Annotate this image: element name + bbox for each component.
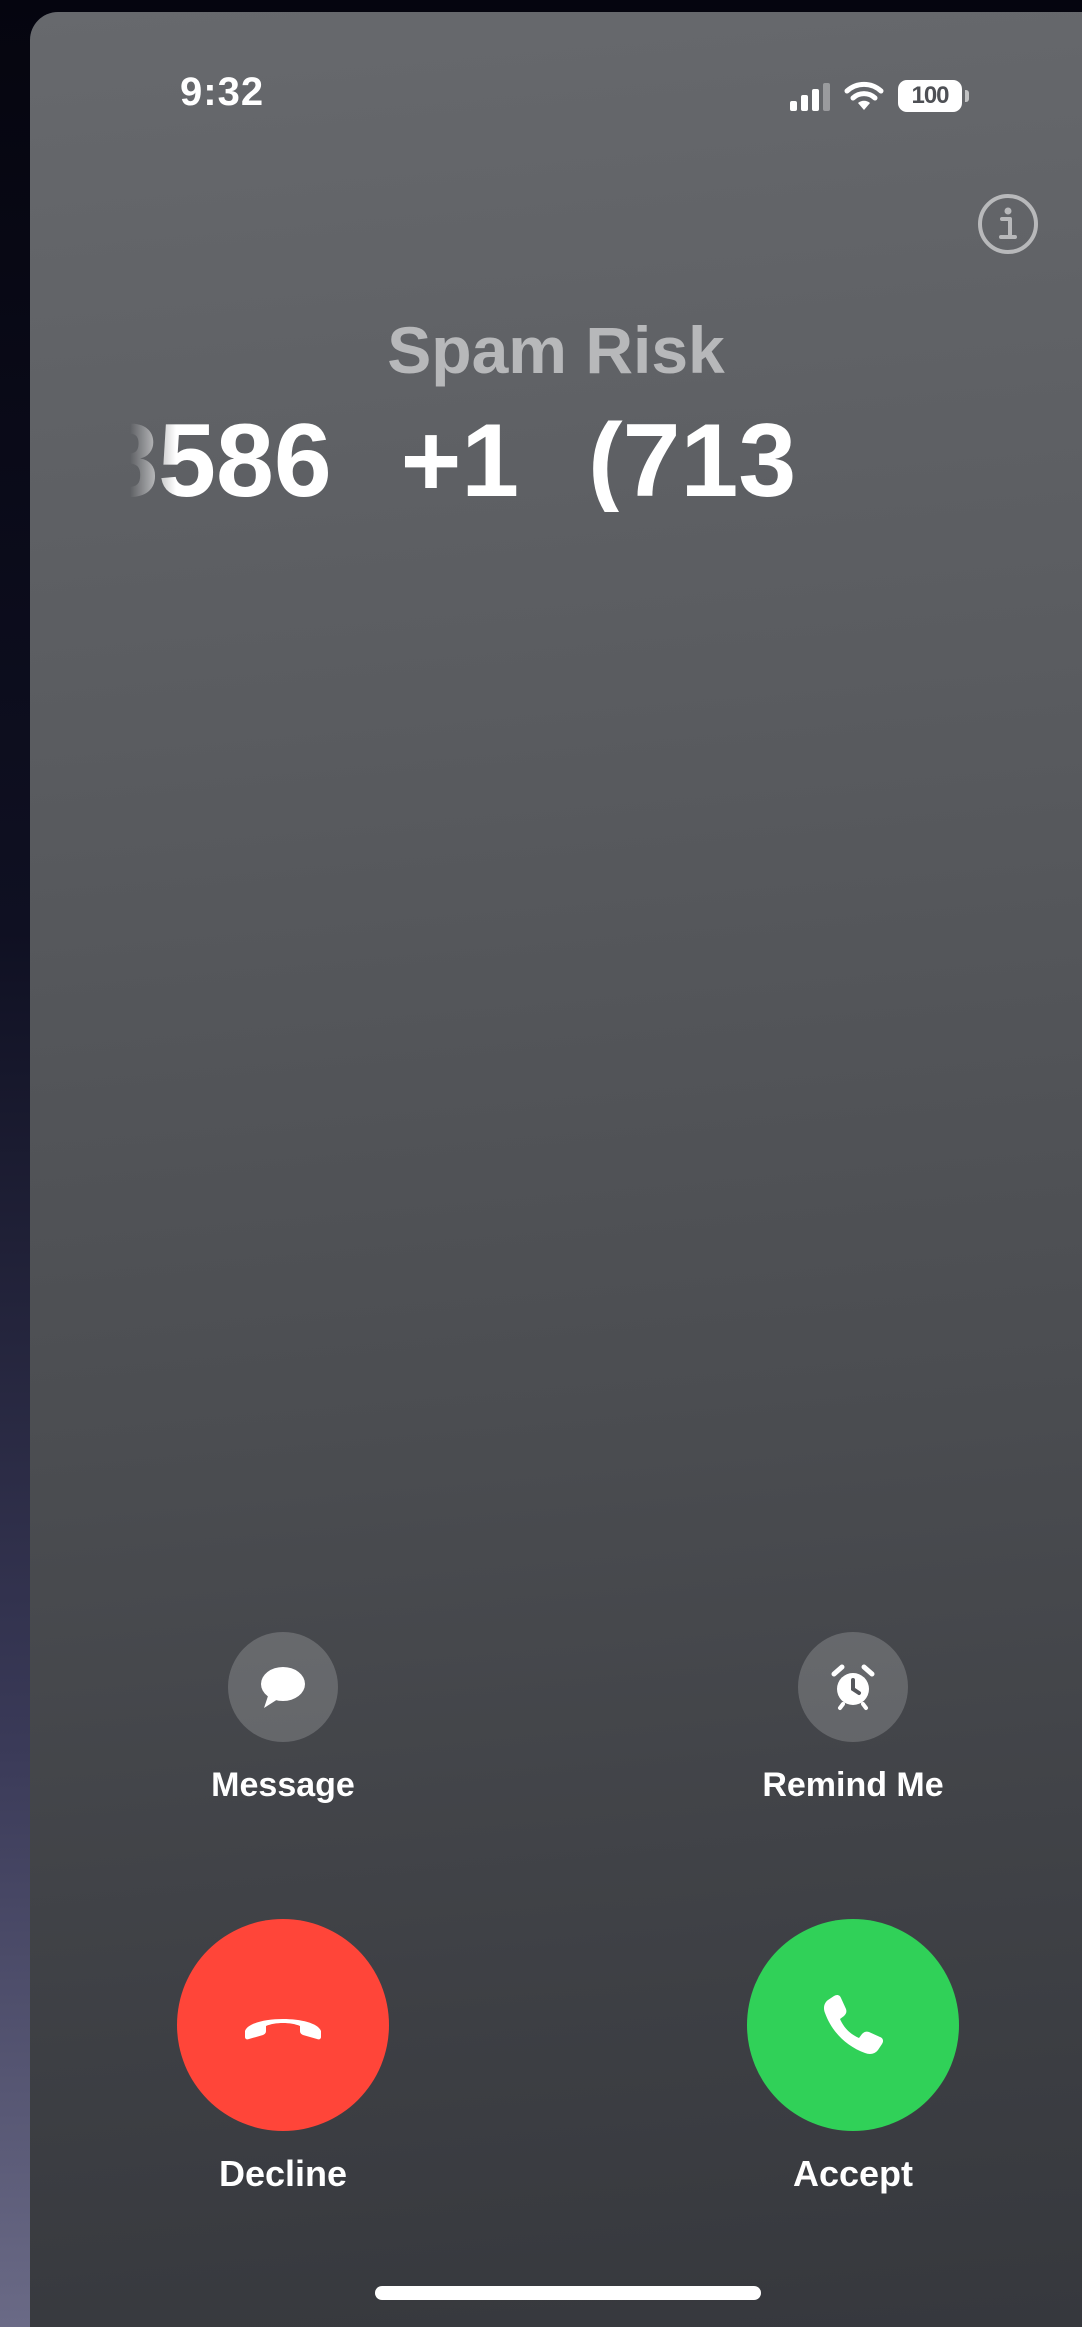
device-frame: 9:32 100 Spam Risk 586 +1 (713 Message R…: [0, 0, 1082, 2327]
message-button[interactable]: Message: [163, 1632, 403, 1805]
home-indicator[interactable]: [375, 2286, 761, 2300]
wifi-icon: [844, 81, 884, 110]
accept-label: Accept: [792, 2153, 914, 2194]
phone-icon: [824, 1994, 884, 2054]
status-bar: 9:32 100: [30, 12, 1082, 162]
battery-level: 100: [911, 82, 949, 109]
caller-label: Spam Risk: [387, 313, 725, 387]
decline-button[interactable]: Decline: [153, 1919, 413, 2195]
caller-number-marquee: 74-8586 +1 (713: [130, 402, 1050, 512]
decline-label: Decline: [218, 2153, 348, 2194]
info-icon: [978, 194, 1038, 254]
remind-me-button[interactable]: Remind Me: [733, 1632, 973, 1805]
message-label: Message: [211, 1766, 355, 1804]
signal-icon: [790, 81, 830, 111]
accept-button[interactable]: Accept: [723, 1919, 983, 2195]
decline-circle[interactable]: [177, 1919, 389, 2131]
message-circle[interactable]: [228, 1632, 338, 1742]
remind-me-circle[interactable]: [798, 1632, 908, 1742]
status-icons: 100: [790, 74, 969, 118]
battery-icon: 100: [898, 80, 969, 112]
incoming-call-screen: 9:32 100 Spam Risk 586 +1 (713 Message R…: [30, 12, 1082, 2327]
status-time: 9:32: [180, 70, 265, 114]
caller-number: 74-8586 +1 (713: [130, 403, 797, 512]
phone-down-icon: [245, 2019, 321, 2040]
message-bubble-icon: [261, 1667, 305, 1708]
accept-circle[interactable]: [747, 1919, 959, 2131]
remind-me-label: Remind Me: [762, 1766, 944, 1804]
alarm-clock-icon: [831, 1664, 875, 1710]
info-button[interactable]: [976, 192, 1040, 256]
